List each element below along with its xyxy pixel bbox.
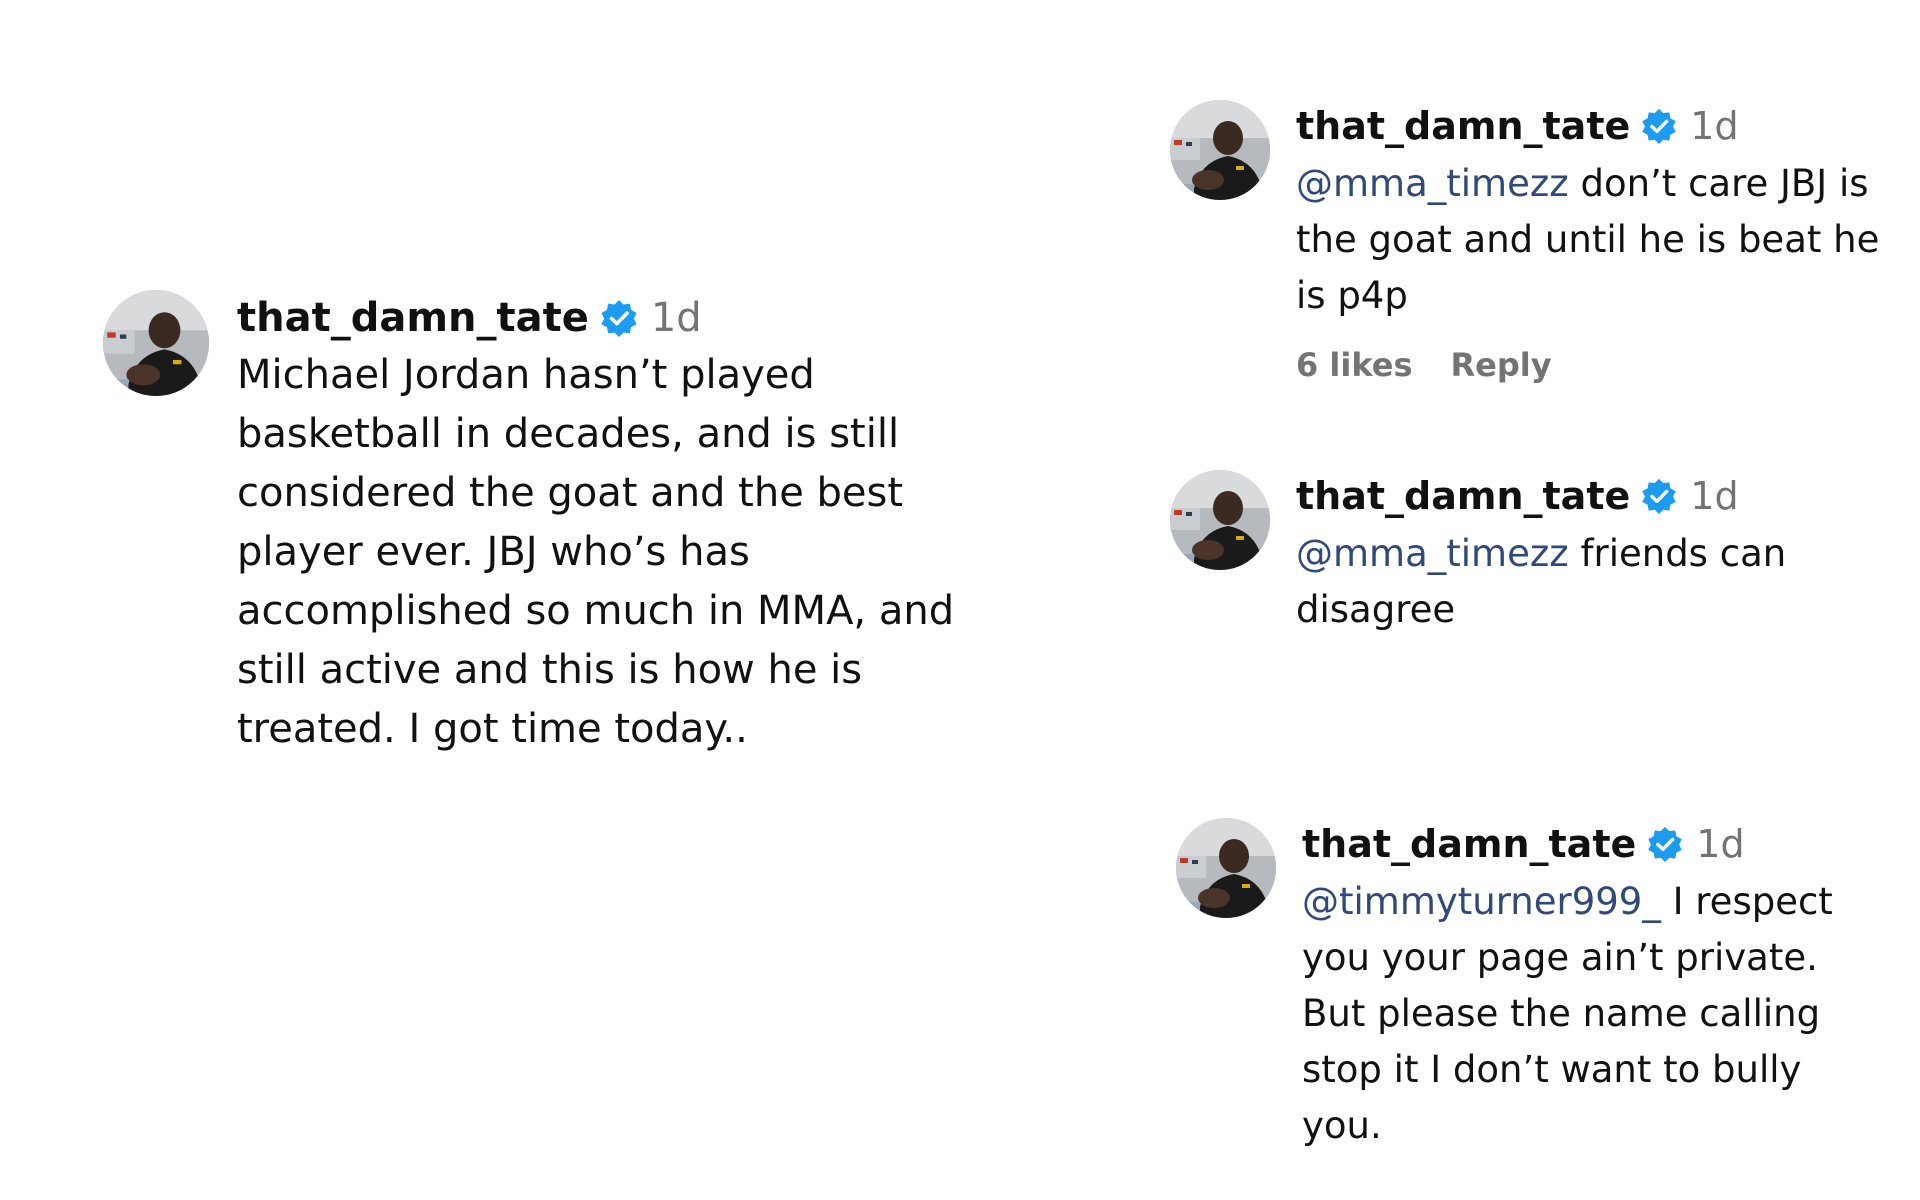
comment-content: that_damn_tate 1d Michael Jordan hasn’t … <box>237 290 997 759</box>
profile-photo <box>1170 470 1270 570</box>
comment-content: that_damn_tate 1d @mma_timezz don’t care… <box>1296 100 1886 384</box>
verified-badge-icon <box>1640 477 1678 515</box>
likes-count[interactable]: 6 likes <box>1296 346 1413 384</box>
timestamp[interactable]: 1d <box>651 295 702 341</box>
avatar[interactable] <box>1176 818 1276 918</box>
username-link[interactable]: that_damn_tate <box>1296 474 1630 518</box>
verified-badge-icon <box>1640 107 1678 145</box>
timestamp[interactable]: 1d <box>1690 104 1738 148</box>
username-link[interactable]: that_damn_tate <box>237 295 589 341</box>
comment-header: that_damn_tate 1d <box>1302 818 1882 870</box>
avatar[interactable] <box>103 290 209 396</box>
comment-content: that_damn_tate 1d @mma_timezz friends ca… <box>1296 470 1886 638</box>
timestamp[interactable]: 1d <box>1696 822 1744 866</box>
mention-link[interactable]: @mma_timezz <box>1296 162 1569 205</box>
comment-1: that_damn_tate 1d Michael Jordan hasn’t … <box>103 290 997 759</box>
avatar[interactable] <box>1170 100 1270 200</box>
comment-3: that_damn_tate 1d @mma_timezz friends ca… <box>1170 470 1886 638</box>
comment-header: that_damn_tate 1d <box>237 290 997 346</box>
verified-badge-icon <box>1646 825 1684 863</box>
comment-body: Michael Jordan hasn’t played basketball … <box>237 352 955 752</box>
timestamp[interactable]: 1d <box>1690 474 1738 518</box>
comment-header: that_damn_tate 1d <box>1296 100 1886 152</box>
comment-text: @mma_timezz friends can disagree <box>1296 526 1886 638</box>
comment-text: Michael Jordan hasn’t played basketball … <box>237 346 997 759</box>
comment-header: that_damn_tate 1d <box>1296 470 1886 522</box>
profile-photo <box>103 290 209 396</box>
mention-link[interactable]: @timmyturner999_ <box>1302 880 1661 923</box>
verified-badge-icon <box>599 298 639 338</box>
comment-text: @timmyturner999_ I respect you your page… <box>1302 874 1882 1154</box>
comment-content: that_damn_tate 1d @timmyturner999_ I res… <box>1302 818 1882 1154</box>
profile-photo <box>1176 818 1276 918</box>
comment-text: @mma_timezz don’t care JBJ is the goat a… <box>1296 156 1886 324</box>
comment-4: that_damn_tate 1d @timmyturner999_ I res… <box>1176 818 1882 1154</box>
comment-2: that_damn_tate 1d @mma_timezz don’t care… <box>1170 100 1886 384</box>
comment-actions: 6 likes Reply <box>1296 346 1886 384</box>
profile-photo <box>1170 100 1270 200</box>
reply-button[interactable]: Reply <box>1451 346 1552 384</box>
username-link[interactable]: that_damn_tate <box>1296 104 1630 148</box>
mention-link[interactable]: @mma_timezz <box>1296 532 1569 575</box>
avatar[interactable] <box>1170 470 1270 570</box>
username-link[interactable]: that_damn_tate <box>1302 822 1636 866</box>
